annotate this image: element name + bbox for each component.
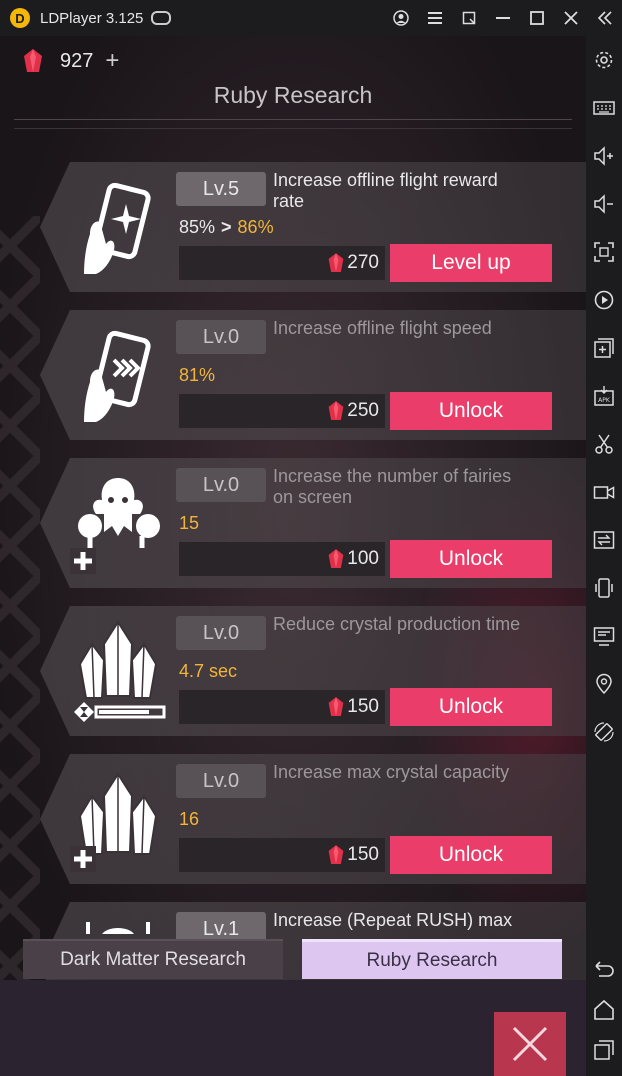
volume-down-icon[interactable]	[592, 192, 616, 216]
research-card: Lv.5 Increase offline flight reward rate…	[40, 162, 586, 292]
level-badge: Lv.5	[176, 172, 266, 206]
close-button[interactable]	[494, 1012, 566, 1076]
sync-icon[interactable]	[592, 528, 616, 552]
ruby-icon	[328, 401, 344, 420]
tab-dark-matter-research[interactable]: Dark Matter Research	[23, 939, 283, 979]
research-value: 81%	[179, 365, 216, 385]
page-title: Ruby Research	[213, 82, 373, 108]
cost-display: 100	[179, 542, 385, 576]
unlock-button[interactable]: Unlock	[390, 392, 552, 430]
back-icon[interactable]	[592, 958, 616, 982]
collapse-icon[interactable]	[588, 0, 622, 36]
close-x-icon	[512, 1026, 548, 1062]
add-ruby-button[interactable]: +	[105, 49, 119, 73]
ruby-icon	[328, 697, 344, 716]
maximize-icon[interactable]	[520, 0, 554, 36]
window-controls	[384, 0, 622, 36]
unlock-button[interactable]: Unlock	[390, 836, 552, 874]
level-badge: Lv.0	[176, 764, 266, 798]
unlock-button[interactable]: Unlock	[390, 540, 552, 578]
ldplayer-logo-icon: D	[10, 8, 30, 28]
research-description: Increase (Repeat RUSH) max	[273, 910, 513, 930]
phone-speed-icon	[84, 330, 151, 422]
location-icon[interactable]	[592, 672, 616, 696]
close-icon[interactable]	[554, 0, 588, 36]
home-icon[interactable]	[592, 998, 616, 1022]
app-title: LDPlayer 3.125	[40, 9, 144, 27]
ruby-icon	[328, 549, 344, 568]
menu-icon[interactable]	[418, 0, 452, 36]
research-description: Reduce crystal production time	[273, 614, 521, 634]
tab-ruby-research[interactable]: Ruby Research	[302, 939, 562, 979]
add-window-icon[interactable]	[592, 336, 616, 360]
monitor-icon[interactable]	[592, 624, 616, 648]
cost-display: 150	[179, 838, 385, 872]
research-description: Increase max crystal capacity	[273, 762, 510, 782]
cost-display: 250	[179, 394, 385, 428]
cost-display: 270	[179, 246, 385, 280]
settings-icon[interactable]	[592, 48, 616, 72]
level-badge: Lv.0	[176, 320, 266, 354]
user-icon[interactable]	[384, 0, 418, 36]
record-icon[interactable]	[592, 288, 616, 312]
research-card: Lv.0 Reduce crystal production time 4.7 …	[40, 606, 586, 736]
research-value: 85% >86%	[179, 217, 274, 237]
minimize-icon[interactable]	[486, 0, 520, 36]
recent-apps-icon[interactable]	[592, 1038, 616, 1062]
apk-install-icon[interactable]: APK	[592, 384, 616, 408]
research-card: Lv.0 Increase max crystal capacity 16 15…	[40, 754, 586, 884]
ruby-counter: 927 +	[22, 48, 119, 74]
phone-sparkle-icon	[84, 182, 151, 274]
research-value: 16	[179, 809, 200, 829]
screenshot-icon[interactable]	[592, 240, 616, 264]
game-screen: 927 + Ruby Research Lv.5 Increase offlin…	[0, 36, 586, 1076]
research-description: Increase the number of fairies on screen	[273, 466, 512, 507]
research-card: Lv.0 Increase the number of fairies on s…	[40, 458, 586, 588]
emulator-window: D LDPlayer 3.125 APK 927 + Ruby Research…	[0, 0, 622, 1076]
crystal-timer-icon	[74, 620, 166, 722]
shake-icon[interactable]	[592, 576, 616, 600]
title-bar: D LDPlayer 3.125	[0, 0, 622, 36]
emulator-sidebar: APK	[586, 36, 622, 1076]
window-icon[interactable]	[452, 0, 486, 36]
gamepad-icon[interactable]	[151, 11, 172, 25]
background-pattern	[0, 216, 40, 1036]
ruby-icon	[328, 845, 344, 864]
title-divider	[14, 119, 572, 129]
scissors-icon[interactable]	[592, 432, 616, 456]
research-description: Increase offline flight speed	[273, 318, 492, 338]
fairy-plus-icon	[70, 478, 160, 574]
research-value: 4.7 sec	[179, 661, 238, 681]
ruby-icon	[328, 253, 344, 272]
level-badge: Lv.0	[176, 616, 266, 650]
ruby-icon	[24, 49, 42, 72]
research-card: Lv.0 Increase offline flight speed 81% 2…	[40, 310, 586, 440]
svg-text:APK: APK	[598, 397, 611, 404]
rotate-icon[interactable]	[592, 720, 616, 744]
keyboard-icon[interactable]	[592, 96, 616, 120]
crystal-plus-icon	[70, 772, 158, 872]
cost-display: 150	[179, 690, 385, 724]
research-value: 15	[179, 513, 200, 533]
ruby-count: 927	[60, 49, 94, 72]
level-badge: Lv.0	[176, 468, 266, 502]
level-up-button[interactable]: Level up	[390, 244, 552, 282]
research-description: Increase offline flight reward rate	[273, 170, 498, 211]
arrow-right-icon: >	[221, 217, 232, 237]
video-icon[interactable]	[592, 480, 616, 504]
unlock-button[interactable]: Unlock	[390, 688, 552, 726]
volume-up-icon[interactable]	[592, 144, 616, 168]
